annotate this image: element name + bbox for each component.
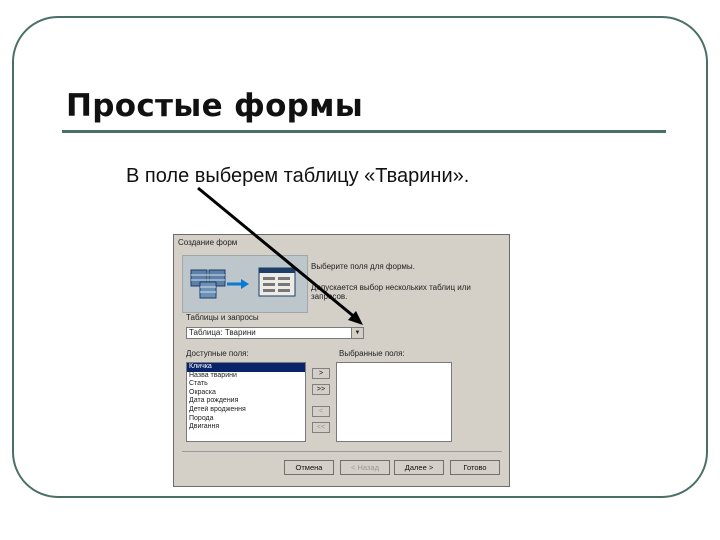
pointer-arrow bbox=[197, 186, 363, 325]
